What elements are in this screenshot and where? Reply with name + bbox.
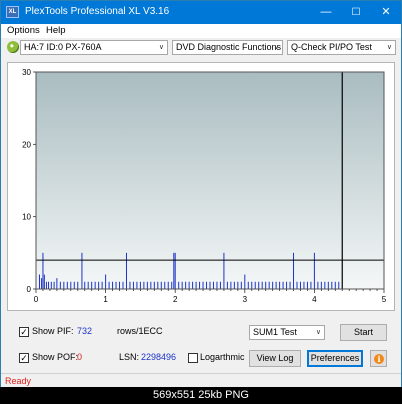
x-tick-label: 3: [243, 295, 248, 304]
function-select[interactable]: DVD Diagnostic Functions ∨: [172, 40, 283, 55]
logarithmic-checkbox[interactable]: [188, 353, 198, 363]
disc-icon: [7, 41, 19, 53]
pof-value: 0: [77, 352, 83, 362]
status-text: Ready: [5, 376, 32, 386]
sum-test-value: SUM1 Test: [253, 327, 297, 337]
status-bar: Ready: [1, 373, 401, 388]
rows-label: rows/1ECC: [117, 326, 163, 336]
window-title: PlexTools Professional XL V3.16: [25, 6, 170, 17]
y-tick-label: 20: [22, 140, 31, 149]
show-pof-label: Show POF:: [32, 352, 79, 362]
menu-bar: Options Help: [1, 24, 401, 38]
pi-po-chart: 0 1 2 3 4 5 0 10 20 30: [7, 62, 395, 311]
chevron-down-icon: ∨: [315, 329, 321, 336]
function-select-value: DVD Diagnostic Functions: [176, 42, 282, 52]
info-button[interactable]: i: [370, 350, 387, 367]
show-pif-checkbox[interactable]: ✓: [19, 327, 29, 337]
x-tick-label: 2: [173, 295, 178, 304]
controls-panel: ✓ Show PIF: 732 rows/1ECC SUM1 Test ∨ St…: [1, 319, 401, 377]
chevron-down-icon: ∨: [386, 44, 392, 51]
chevron-down-icon: ∨: [273, 44, 279, 51]
x-tick-label: 1: [103, 295, 108, 304]
chevron-down-icon: ∨: [158, 44, 164, 51]
drive-select[interactable]: HA:7 ID:0 PX-760A ∨: [20, 40, 168, 55]
title-bar[interactable]: XL PlexTools Professional XL V3.16 — ☐ ✕: [1, 1, 401, 24]
close-button[interactable]: ✕: [371, 1, 401, 24]
lsn-value: 2298496: [141, 352, 177, 362]
view-log-button[interactable]: View Log: [249, 350, 301, 367]
sum-test-select[interactable]: SUM1 Test ∨: [249, 325, 325, 340]
pif-value: 732: [77, 326, 93, 336]
preferences-button[interactable]: Preferences: [307, 350, 363, 367]
lsn-label: LSN:: [119, 352, 140, 362]
start-button[interactable]: Start: [340, 324, 387, 341]
app-logo-icon: XL: [6, 6, 19, 18]
y-tick-label: 30: [22, 68, 31, 77]
image-caption: 569x551 25kb PNG: [0, 387, 402, 404]
test-select[interactable]: Q-Check PI/PO Test ∨: [287, 40, 396, 55]
show-pif-label: Show PIF:: [32, 326, 74, 336]
logarithmic-label: Logarthmic: [200, 352, 245, 362]
plot-area: [36, 72, 384, 289]
menu-help[interactable]: Help: [46, 25, 66, 37]
y-tick-label: 0: [27, 285, 32, 294]
app-window: XL PlexTools Professional XL V3.16 — ☐ ✕…: [0, 0, 402, 404]
info-icon: i: [374, 354, 384, 364]
x-tick-label: 5: [382, 295, 387, 304]
menu-options[interactable]: Options: [7, 25, 40, 37]
chart-canvas: 0 1 2 3 4 5 0 10 20 30: [22, 68, 387, 304]
minimize-button[interactable]: —: [311, 1, 341, 24]
x-tick-label: 4: [312, 295, 317, 304]
y-tick-label: 10: [22, 213, 31, 222]
show-pof-checkbox[interactable]: ✓: [19, 353, 29, 363]
test-select-value: Q-Check PI/PO Test: [291, 42, 372, 52]
x-tick-label: 0: [34, 295, 39, 304]
toolbar: HA:7 ID:0 PX-760A ∨ DVD Diagnostic Funct…: [1, 38, 401, 60]
drive-select-value: HA:7 ID:0 PX-760A: [24, 42, 102, 52]
maximize-button[interactable]: ☐: [341, 1, 371, 24]
